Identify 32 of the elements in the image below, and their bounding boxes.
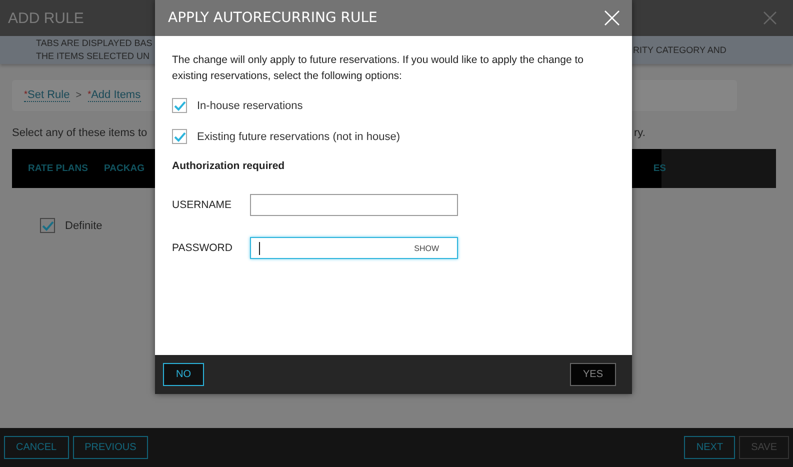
checkbox-label: Definite [65, 220, 102, 232]
dialog-title: APPLY AUTORECURRING RULE [168, 10, 378, 26]
checkbox[interactable] [40, 218, 55, 233]
page-title: ADD RULE [8, 10, 84, 26]
show-toggle[interactable]: SHOW [414, 244, 439, 252]
dialog-message: The change will only apply to future reservations. If you would like to apply the change to existing reservations, select the following options: [172, 53, 584, 84]
dialog-button[interactable]: YES [570, 363, 616, 386]
instruction-text: ry. [634, 127, 646, 139]
section-heading: Authorization required [172, 160, 286, 172]
field-label: USERNAME [172, 199, 233, 211]
checkbox-label: In-house reservations [197, 100, 303, 112]
notice-text: TABS ARE DISPLAYED BAS [36, 37, 152, 50]
footer-button[interactable]: CANCEL [4, 436, 69, 459]
tab[interactable]: PACKAG [88, 163, 144, 174]
checkbox[interactable] [172, 129, 187, 144]
notice-text: THE ITEMS SELECTED UN [36, 50, 150, 63]
breadcrumb-link[interactable]: *Add Items [88, 89, 141, 102]
field-label: PASSWORD [172, 242, 234, 254]
footer-button[interactable]: NEXT [684, 436, 736, 459]
password-field[interactable]: SHOW [250, 237, 458, 259]
notice-text: RITY CATEGORY AND [633, 44, 726, 56]
checkbox[interactable] [172, 98, 187, 113]
checkbox-label: Existing future reservations (not in house) [197, 130, 400, 142]
dialog-button[interactable]: NO [163, 363, 204, 386]
instruction-text: Select any of these items to [12, 127, 148, 139]
footer-button[interactable]: PREVIOUS [72, 436, 148, 459]
close-icon[interactable] [763, 11, 777, 25]
breadcrumb-separator: > [76, 90, 82, 101]
tab[interactable]: RATE PLANS [12, 163, 88, 174]
input-field[interactable] [250, 194, 458, 216]
breadcrumb-link[interactable]: *Set Rule [24, 89, 70, 102]
tab[interactable]: ES [637, 163, 666, 174]
